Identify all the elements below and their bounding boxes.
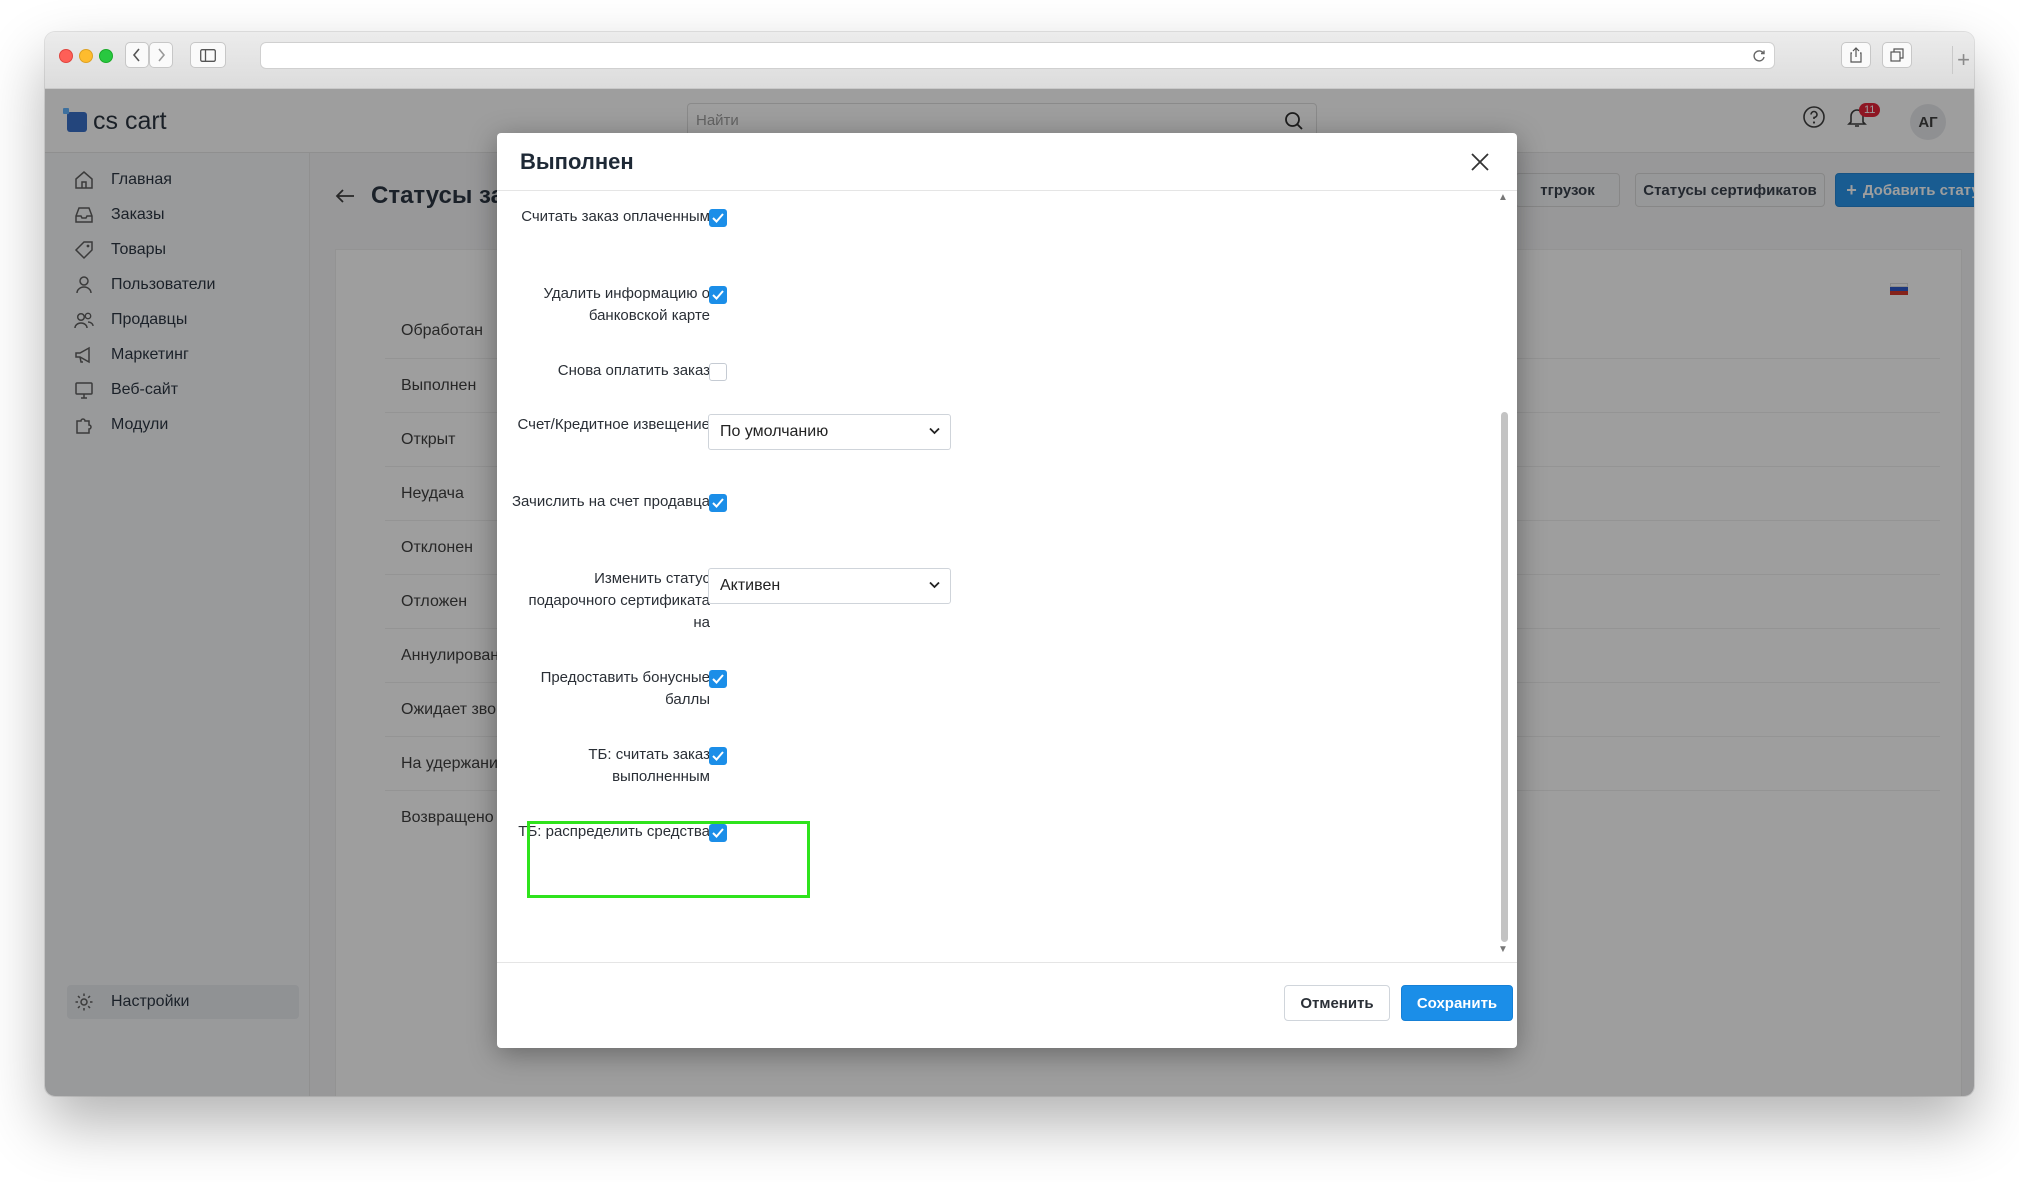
- invoice-credit-memo-select[interactable]: По умолчанию: [708, 414, 951, 450]
- back-button[interactable]: [125, 42, 149, 68]
- minimize-window-button[interactable]: [79, 49, 93, 63]
- chevron-left-icon: [132, 48, 140, 62]
- plus-icon: +: [1957, 47, 1970, 72]
- select-value: Активен: [720, 577, 781, 594]
- save-button[interactable]: Сохранить: [1401, 985, 1513, 1021]
- chevron-down-icon: [929, 427, 940, 435]
- dialog-header: Выполнен: [497, 133, 1517, 191]
- tabs-overview-button[interactable]: [1882, 42, 1912, 68]
- close-icon: [1471, 153, 1489, 171]
- chevron-right-icon: [158, 48, 166, 62]
- tabs-icon: [1890, 48, 1904, 62]
- credit-vendor-checkbox[interactable]: [709, 494, 727, 512]
- reload-icon[interactable]: [1752, 49, 1766, 63]
- grant-reward-points-checkbox[interactable]: [709, 670, 727, 688]
- dialog-body[interactable]: Считать заказ оплаченным Удалить информа…: [497, 192, 1517, 962]
- field-label: Счет/Кредитное извещение: [517, 416, 710, 433]
- forward-button[interactable]: [149, 42, 173, 68]
- check-icon: [712, 213, 724, 223]
- browser-toolbar: +: [45, 32, 1974, 89]
- cancel-button[interactable]: Отменить: [1284, 985, 1390, 1021]
- field-label: Предоставить бонусные баллы: [540, 669, 710, 708]
- paid-order-checkbox[interactable]: [709, 209, 727, 227]
- zoom-window-button[interactable]: [99, 49, 113, 63]
- highlight-box: [527, 821, 810, 898]
- gift-certificate-status-select[interactable]: Активен: [708, 568, 951, 604]
- chevron-down-icon: [929, 581, 940, 589]
- edit-status-dialog: Выполнен Считать заказ оплаченным Удалит…: [497, 133, 1517, 1048]
- field-label: Считать заказ оплаченным: [521, 208, 710, 225]
- share-button[interactable]: [1841, 42, 1871, 68]
- dialog-title: Выполнен: [520, 148, 634, 174]
- share-icon: [1850, 47, 1862, 63]
- select-value: По умолчанию: [720, 423, 829, 440]
- close-window-button[interactable]: [59, 49, 73, 63]
- repay-order-checkbox[interactable]: [709, 363, 727, 381]
- sidebar-toggle-button[interactable]: [190, 42, 226, 68]
- scroll-up-arrow[interactable]: ▲: [1498, 192, 1508, 203]
- field-label: Удалить информацию о банковской карте: [543, 285, 710, 324]
- tb-order-completed-checkbox[interactable]: [709, 747, 727, 765]
- check-icon: [712, 674, 724, 684]
- sidebar-icon: [200, 48, 216, 62]
- scrollbar-thumb[interactable]: [1501, 412, 1508, 942]
- check-icon: [712, 498, 724, 508]
- dialog-footer: Отменить Сохранить: [497, 962, 1517, 1048]
- field-label: Снова оплатить заказ: [557, 362, 710, 379]
- check-icon: [712, 290, 724, 300]
- check-icon: [712, 751, 724, 761]
- field-label: Изменить статус подарочного сертификата …: [528, 570, 710, 631]
- address-bar[interactable]: [260, 42, 1775, 69]
- field-label: ТБ: считать заказ выполненным: [588, 746, 710, 785]
- browser-window: + cs cart 11 АГ Главная Заказы: [45, 32, 1974, 1096]
- scroll-down-arrow[interactable]: ▼: [1498, 944, 1508, 955]
- new-tab-button[interactable]: +: [1952, 46, 1974, 74]
- field-label: Зачислить на счет продавца: [511, 493, 710, 510]
- close-dialog-button[interactable]: [1467, 149, 1493, 175]
- remove-card-info-checkbox[interactable]: [709, 286, 727, 304]
